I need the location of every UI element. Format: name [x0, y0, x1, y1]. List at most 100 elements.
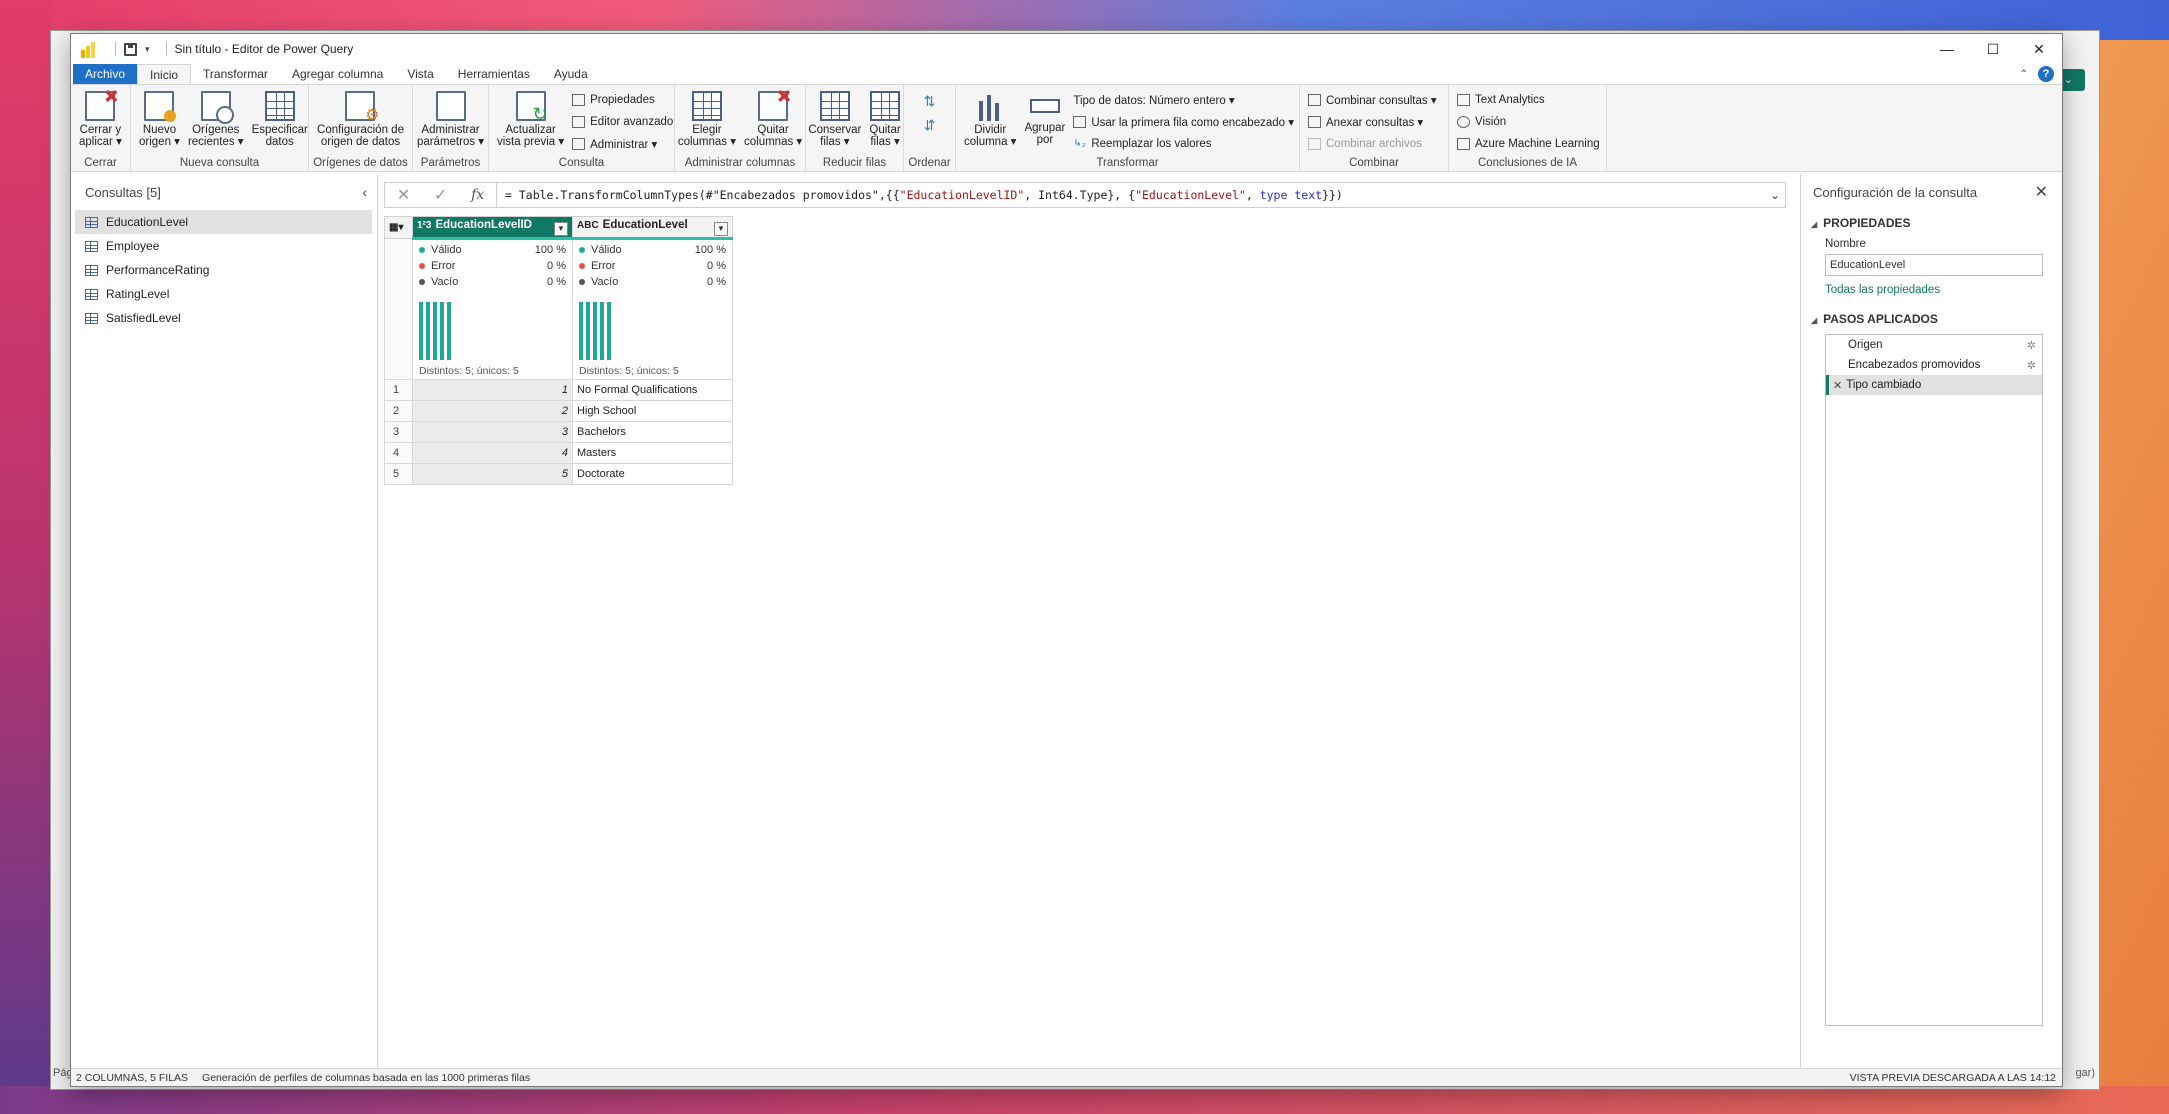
title-separator: [115, 42, 116, 56]
fx-icon[interactable]: fx: [471, 187, 484, 203]
cell-educationlevelid[interactable]: 5: [412, 463, 573, 485]
status-profiling[interactable]: Generación de perfiles de columnas basad…: [202, 1072, 530, 1084]
query-item-educationlevel[interactable]: EducationLevel: [75, 210, 372, 234]
cancel-formula-icon[interactable]: ✕: [397, 185, 410, 205]
type-icon-text[interactable]: ABC: [577, 220, 599, 231]
cell-educationlevelid[interactable]: 2: [412, 400, 573, 422]
group-label-consulta: Consulta: [558, 157, 605, 169]
filter-dropdown-icon[interactable]: ▼: [554, 221, 568, 236]
tab-inicio[interactable]: Inicio: [137, 64, 192, 84]
tab-agregar-columna[interactable]: Agregar columna: [280, 64, 395, 84]
merge-queries-button[interactable]: Combinar consultas ▾: [1308, 91, 1437, 109]
row-index: 2: [384, 400, 413, 422]
sort-descending-icon[interactable]: ⇵: [920, 115, 940, 135]
text-analytics-button[interactable]: Text Analytics: [1457, 91, 1600, 109]
expand-formula-icon[interactable]: ⌄: [1765, 183, 1785, 207]
empty-pct: 0 %: [547, 276, 566, 288]
tab-ayuda[interactable]: Ayuda: [542, 64, 600, 84]
eye-icon: [1457, 116, 1470, 128]
close-settings-icon[interactable]: ✕: [2035, 182, 2048, 202]
quick-access-dropdown-icon[interactable]: ▾: [145, 44, 150, 55]
query-item-label: Employee: [106, 239, 160, 253]
status-preview-time: VISTA PREVIA DESCARGADA A LAS 14:12: [1849, 1071, 2056, 1084]
collapse-queries-icon[interactable]: ‹: [362, 184, 367, 200]
ribbon-group-reducir-filas: Conservar filas ▾ Quitar filas ▾ Reducir…: [806, 85, 904, 171]
window-title: Sin título - Editor de Power Query: [174, 42, 354, 56]
sort-ascending-icon[interactable]: ⇅: [920, 91, 940, 111]
group-label-ia: Conclusiones de IA: [1477, 157, 1578, 169]
properties-section-header[interactable]: PROPIEDADES: [1801, 216, 2062, 230]
query-item-label: RatingLevel: [106, 287, 170, 301]
combine-files-label: Combinar archivos: [1326, 138, 1422, 150]
cell-educationlevel[interactable]: No Formal Qualifications: [572, 379, 733, 401]
gear-icon[interactable]: ✲: [2027, 339, 2036, 352]
query-name-input[interactable]: EducationLevel: [1825, 254, 2043, 276]
table-row[interactable]: 2 2 High School: [384, 400, 733, 422]
applied-steps-header[interactable]: PASOS APLICADOS: [1801, 312, 2062, 326]
query-item-label: SatisfiedLevel: [106, 311, 181, 325]
all-properties-link[interactable]: Todas las propiedades: [1801, 284, 2062, 296]
step-tipo-cambiado[interactable]: ✕ Tipo cambiado: [1826, 375, 2042, 395]
maximize-button[interactable]: ☐: [1970, 34, 2016, 64]
background-status-right: gar): [2075, 1067, 2095, 1079]
data-type-dropdown[interactable]: Tipo de datos: Número entero ▾: [1073, 91, 1294, 109]
cell-educationlevelid[interactable]: 3: [412, 421, 573, 443]
manage-parameters-label-2: parámetros ▾: [416, 136, 485, 148]
step-encabezados-promovidos[interactable]: Encabezados promovidos ✲: [1826, 355, 2042, 375]
save-icon[interactable]: [124, 42, 137, 56]
azure-ml-button[interactable]: Azure Machine Learning: [1457, 135, 1600, 153]
filter-dropdown-icon[interactable]: ▼: [714, 221, 728, 236]
column-header-educationlevelid[interactable]: 1²3 EducationLevelID ▼: [412, 216, 573, 240]
table-row[interactable]: 4 4 Masters: [384, 442, 733, 464]
delete-step-icon[interactable]: ✕: [1833, 379, 1842, 392]
gear-icon[interactable]: ✲: [2027, 359, 2036, 372]
tab-archivo[interactable]: Archivo: [73, 64, 138, 84]
table-row[interactable]: 1 1 No Formal Qualifications: [384, 379, 733, 401]
cell-educationlevelid[interactable]: 1: [412, 379, 573, 401]
query-item-employee[interactable]: Employee: [71, 234, 377, 258]
type-icon-int[interactable]: 1²3: [417, 220, 431, 231]
remove-rows-label: Quitar: [869, 124, 901, 136]
advanced-editor-button[interactable]: Editor avanzado: [572, 113, 673, 131]
table-menu-icon[interactable]: ▦▾: [384, 216, 413, 239]
collapse-ribbon-icon[interactable]: ⌃: [2020, 69, 2028, 80]
cell-educationlevel[interactable]: Masters: [572, 442, 733, 464]
query-item-performancerating[interactable]: PerformanceRating: [71, 258, 377, 282]
distribution-bar: [600, 302, 604, 360]
vision-button[interactable]: Visión: [1457, 113, 1600, 131]
close-apply-label-2: aplicar ▾: [79, 136, 122, 148]
tab-vista[interactable]: Vista: [395, 64, 445, 84]
cell-educationlevel[interactable]: Doctorate: [572, 463, 733, 485]
step-origen[interactable]: Origen ✲: [1826, 335, 2042, 355]
tab-herramientas[interactable]: Herramientas: [446, 64, 542, 84]
new-source-label: Nuevo: [142, 124, 177, 136]
replace-values-button[interactable]: ↳₂ Reemplazar los valores: [1073, 135, 1294, 153]
query-item-ratinglevel[interactable]: RatingLevel: [71, 282, 377, 306]
table-icon: [85, 264, 98, 276]
cell-educationlevel[interactable]: Bachelors: [572, 421, 733, 443]
confirm-formula-icon[interactable]: ✓: [434, 185, 447, 205]
close-button[interactable]: ✕: [2016, 34, 2062, 64]
parameters-icon: [435, 91, 466, 121]
properties-button[interactable]: Propiedades: [572, 91, 673, 109]
remove-rows-label-2: filas ▾: [870, 136, 900, 148]
query-item-satisfiedlevel[interactable]: SatisfiedLevel: [71, 306, 377, 330]
minimize-button[interactable]: —: [1924, 34, 1970, 64]
new-source-label-2: origen ▾: [139, 136, 180, 148]
title-bar: ▾ Sin título - Editor de Power Query — ☐…: [71, 34, 2062, 64]
replace-values-icon: ↳₂: [1073, 138, 1086, 149]
tab-transformar[interactable]: Transformar: [191, 64, 280, 84]
append-queries-button[interactable]: Anexar consultas ▾: [1308, 113, 1437, 131]
formula-input[interactable]: = Table.TransformColumnTypes(#"Encabezad…: [497, 183, 1765, 207]
use-first-row-headers-button[interactable]: Usar la primera fila como encabezado ▾: [1073, 113, 1294, 131]
help-icon[interactable]: ?: [2038, 66, 2054, 82]
table-icon: [85, 288, 98, 300]
table-row[interactable]: 5 5 Doctorate: [384, 463, 733, 485]
manage-label: Administrar ▾: [590, 139, 658, 151]
cell-educationlevel[interactable]: High School: [572, 400, 733, 422]
combine-files-button[interactable]: Combinar archivos: [1308, 135, 1437, 153]
manage-button[interactable]: Administrar ▾: [572, 135, 673, 153]
column-header-educationlevel[interactable]: ABC EducationLevel ▼: [572, 216, 733, 240]
cell-educationlevelid[interactable]: 4: [412, 442, 573, 464]
table-row[interactable]: 3 3 Bachelors: [384, 421, 733, 443]
